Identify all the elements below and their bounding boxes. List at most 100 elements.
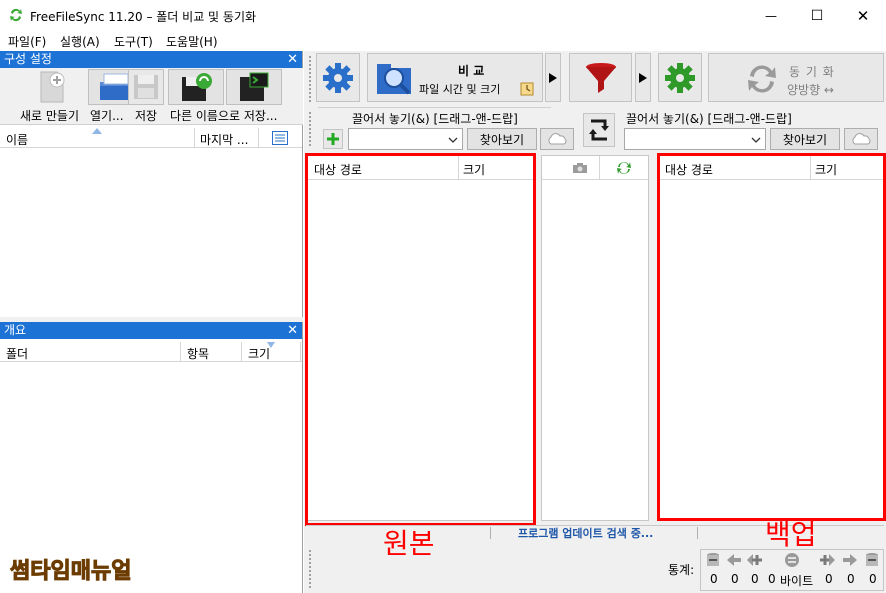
window-title: FreeFileSync 11.20 – 폴더 비교 및 동기화	[30, 10, 257, 24]
source-highlight-box	[305, 153, 536, 526]
delete-right-icon	[866, 553, 878, 566]
bytes-count: 0	[768, 572, 776, 586]
camera-icon[interactable]	[572, 162, 588, 174]
menu-file[interactable]: 파일(F)	[8, 33, 46, 50]
col-name-header[interactable]: 이름	[6, 131, 28, 148]
update-left-count: 0	[731, 572, 739, 586]
floppy-disk-icon	[134, 75, 158, 99]
gear-icon	[665, 62, 695, 93]
right-folder-input[interactable]	[624, 128, 766, 150]
clock-icon	[520, 82, 534, 96]
config-panel: 구성 설정 ✕ 새로 만들기 열기... 저장 다른 이름으로 저장... 이름…	[0, 51, 303, 317]
gear-icon	[323, 62, 353, 93]
sort-descending-icon	[267, 342, 275, 348]
overview-list-header: 폴더 항목 크기	[0, 342, 302, 362]
sync-arrows-icon	[748, 65, 776, 93]
compare-button[interactable]: 비 교 파일 시간 및 크기	[367, 53, 543, 102]
save-as-batch-button[interactable]	[226, 69, 282, 105]
sort-ascending-icon	[92, 128, 102, 134]
statistics-label: 통계:	[668, 563, 695, 577]
arrow-left-icon	[727, 554, 741, 566]
plus-icon	[327, 133, 339, 145]
save-as-icon	[182, 73, 212, 101]
create-right-icon	[820, 554, 835, 566]
overview-panel-close-icon[interactable]: ✕	[287, 322, 298, 339]
filter-dropdown-button[interactable]	[635, 53, 651, 102]
middle-grid-header	[542, 156, 648, 180]
new-config-label: 새로 만들기	[20, 109, 80, 123]
batch-job-icon	[240, 72, 269, 101]
equal-icon	[785, 553, 799, 567]
left-cloud-button[interactable]	[540, 128, 574, 150]
col-last-sync-header[interactable]: 마지막 ...	[200, 131, 248, 148]
column-settings-icon[interactable]	[272, 131, 288, 145]
menu-bar: 파일(F) 실행(A) 도구(T) 도움말(H)	[0, 31, 886, 51]
compare-variant: 파일 시간 및 크기	[419, 83, 501, 96]
sync-settings-button[interactable]	[658, 53, 702, 102]
sync-variant: 양방향 ↔	[787, 83, 834, 97]
overview-panel-header: 개요 ✕	[0, 322, 302, 339]
title-bar: FreeFileSync 11.20 – 폴더 비교 및 동기화 — ☐ ✕	[0, 0, 886, 31]
close-button[interactable]: ✕	[840, 0, 886, 31]
config-panel-title: 구성 설정	[4, 52, 52, 66]
compare-dropdown-button[interactable]	[545, 53, 561, 102]
config-toolbar: 새로 만들기 열기... 저장 다른 이름으로 저장...	[0, 68, 303, 125]
open-config-label: 열기...	[90, 109, 124, 123]
left-browse-button[interactable]: 찾아보기	[467, 128, 537, 150]
cloud-icon	[852, 133, 871, 145]
swap-sides-button[interactable]	[583, 113, 615, 147]
delete-left-icon	[707, 553, 719, 566]
backup-highlight-box	[657, 153, 886, 521]
create-left-count: 0	[751, 572, 759, 586]
triangle-right-icon	[639, 72, 647, 83]
synchronize-title: 동 기 화	[789, 65, 835, 79]
save-as-config-button[interactable]	[168, 69, 224, 105]
right-cloud-button[interactable]	[844, 128, 878, 150]
synchronize-button[interactable]: 동 기 화 양방향 ↔	[708, 53, 884, 102]
config-panel-header: 구성 설정 ✕	[0, 51, 302, 68]
maximize-button[interactable]: ☐	[794, 0, 840, 31]
add-folder-pair-button[interactable]	[323, 129, 343, 149]
save-config-label: 저장	[135, 109, 158, 123]
new-config-button[interactable]	[24, 69, 80, 105]
swap-icon	[589, 119, 609, 141]
source-annotation-label: 원본	[383, 527, 435, 560]
triangle-right-icon	[549, 72, 557, 83]
filter-button[interactable]	[569, 53, 632, 102]
col-folder-header[interactable]: 폴더	[6, 345, 28, 362]
left-folder-input[interactable]	[348, 128, 463, 150]
update-right-count: 0	[847, 572, 855, 586]
funnel-icon	[585, 62, 616, 93]
save-as-config-label: 다른 이름으로 저장...	[170, 109, 278, 123]
menu-help[interactable]: 도움말(H)	[166, 33, 218, 50]
menu-tools[interactable]: 도구(T)	[114, 33, 153, 50]
backup-annotation-label: 백업	[765, 518, 817, 551]
main-area: 비 교 파일 시간 및 크기 동 기 화 양방향 ↔ 끌어서 놓기(&) [드래…	[304, 51, 886, 593]
new-document-icon	[40, 71, 65, 103]
compare-title: 비 교	[458, 64, 485, 78]
minimize-button[interactable]: —	[748, 0, 794, 31]
chevron-down-icon	[751, 137, 761, 143]
middle-action-grid[interactable]	[541, 155, 649, 521]
create-right-count: 0	[825, 572, 833, 586]
left-drop-label: 끌어서 놓기(&) [드래그-앤-드랍]	[352, 112, 518, 126]
cloud-icon	[548, 133, 567, 145]
chevron-down-icon	[448, 137, 458, 143]
col-items-header[interactable]: 항목	[187, 345, 209, 362]
save-config-button[interactable]	[128, 69, 164, 105]
right-browse-button[interactable]: 찾아보기	[770, 128, 840, 150]
right-drop-label: 끌어서 놓기(&) [드래그-앤-드랍]	[626, 112, 792, 126]
sync-direction-icon[interactable]	[616, 161, 632, 175]
compare-settings-button[interactable]	[316, 53, 360, 102]
bytes-label: 바이트	[780, 574, 814, 588]
watermark-logo: 썸타임매뉴얼	[9, 559, 132, 585]
config-list-header: 이름 마지막 ...	[0, 128, 302, 148]
config-panel-close-icon[interactable]: ✕	[287, 51, 298, 68]
freefilesync-app-icon	[10, 8, 22, 22]
magnifier-folder-icon	[377, 64, 411, 95]
delete-right-count: 0	[869, 572, 877, 586]
menu-actions[interactable]: 실행(A)	[60, 33, 100, 50]
create-left-icon	[747, 554, 762, 566]
overview-panel-title: 개요	[4, 323, 27, 337]
arrow-right-icon	[843, 554, 857, 566]
